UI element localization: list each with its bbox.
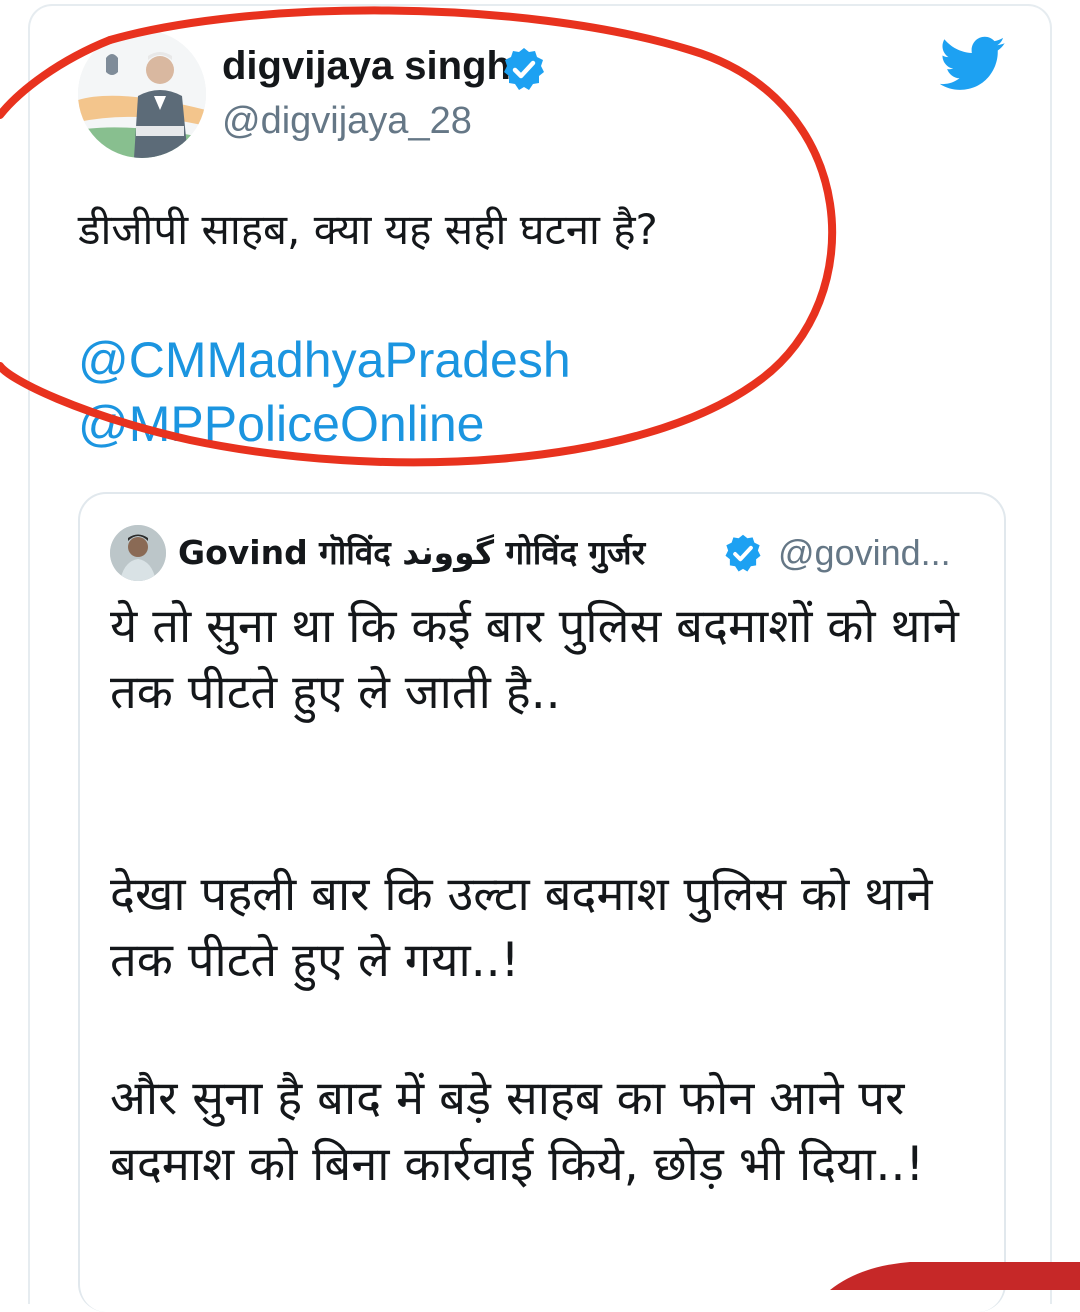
quoted-tweet-paragraph: और सुना है बाद में बड़े साहब का फोन आने …	[110, 1071, 925, 1192]
mention-link-cm-madhya-pradesh[interactable]: @CMMadhyaPradesh	[78, 330, 571, 390]
verified-badge-icon	[722, 533, 764, 575]
tweet-text: डीजीपी साहब, क्या यह सही घटना है?	[78, 205, 658, 254]
twitter-bird-icon[interactable]	[939, 36, 1006, 92]
quoted-tweet-paragraph: ये तो सुना था कि कई बार पुलिस बदमाशों को…	[110, 599, 959, 720]
quoted-author-name[interactable]: Govind गॊविंद گووند गोविंद गुर्जर	[178, 532, 645, 574]
verified-badge-icon	[500, 46, 548, 94]
author-avatar[interactable]	[78, 30, 206, 158]
quoted-author-handle[interactable]: @govind...	[778, 532, 951, 574]
mention-link-mp-police-online[interactable]: @MPPoliceOnline	[78, 394, 484, 454]
red-shape-decoration	[830, 1262, 1080, 1290]
quoted-author-avatar[interactable]	[110, 525, 166, 581]
author-handle[interactable]: @digvijaya_28	[222, 100, 472, 142]
quoted-tweet-paragraph: देखा पहली बार कि उल्टा बदमाश पुलिस को था…	[110, 867, 933, 988]
author-name[interactable]: digvijaya singh	[222, 44, 511, 88]
